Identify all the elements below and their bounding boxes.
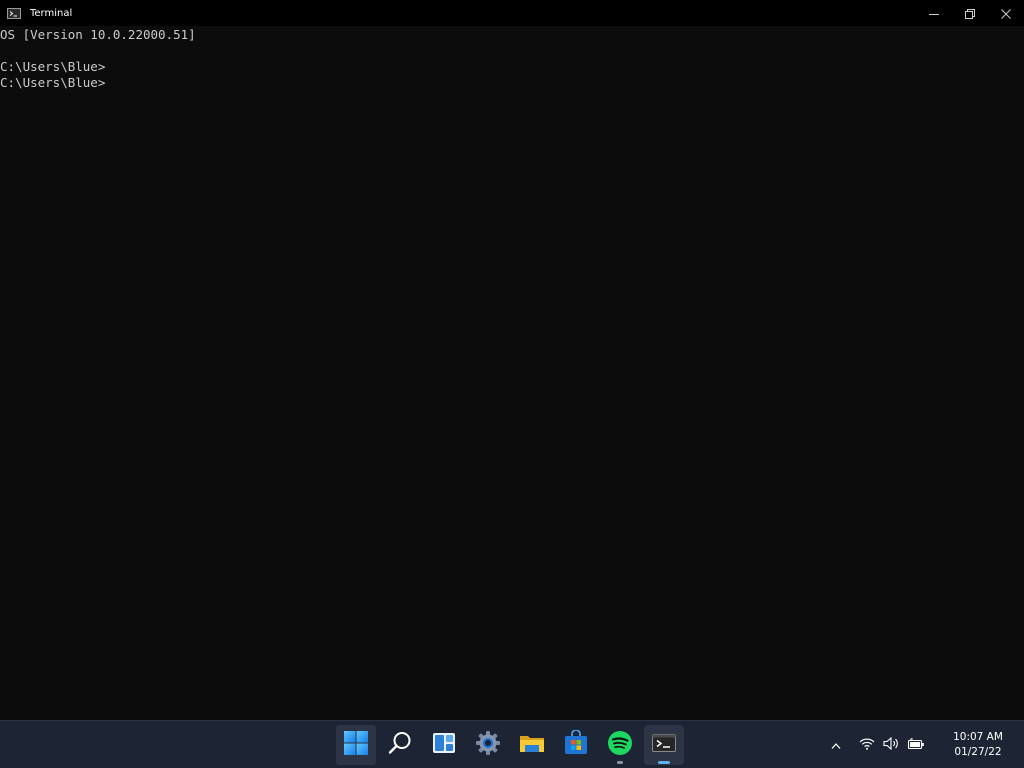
- folder-icon: [519, 730, 545, 760]
- chevron-up-icon: [831, 735, 841, 754]
- battery-icon: [907, 735, 925, 754]
- console-line: OS [Version 10.0.22000.51]: [0, 27, 196, 42]
- taskbar-settings-button[interactable]: [468, 725, 508, 765]
- clock[interactable]: 10:07 AM 01/27/22: [940, 730, 1016, 760]
- clock-time: 10:07 AM: [953, 730, 1003, 743]
- search-icon: [387, 730, 413, 760]
- terminal-icon: [7, 7, 21, 19]
- taskbar-start-button[interactable]: [336, 725, 376, 765]
- gear-icon: [475, 730, 501, 760]
- volume-icon: [882, 735, 900, 754]
- spotify-icon: [607, 730, 633, 760]
- taskbar-apps: [336, 725, 688, 765]
- close-icon: [1001, 4, 1011, 23]
- running-indicator: [658, 761, 670, 764]
- terminal-icon: [651, 730, 677, 760]
- restore-icon: [965, 4, 975, 23]
- widgets-icon: [431, 730, 457, 760]
- window-controls: [916, 0, 1024, 26]
- clock-date: 01/27/22: [954, 745, 1002, 758]
- title-bar[interactable]: Terminal: [0, 0, 1024, 26]
- taskbar-terminal-button[interactable]: [644, 725, 684, 765]
- wifi-icon: [859, 735, 875, 754]
- volume-button[interactable]: [882, 733, 900, 757]
- network-button[interactable]: [858, 733, 876, 757]
- close-button[interactable]: [988, 0, 1024, 26]
- minimize-button[interactable]: [916, 0, 952, 26]
- restore-button[interactable]: [952, 0, 988, 26]
- windows-start-icon: [343, 730, 369, 760]
- window-title: Terminal: [30, 7, 73, 19]
- console-prompt-line: C:\Users\Blue>: [0, 59, 106, 74]
- show-hidden-icons-button[interactable]: [826, 733, 846, 757]
- console-output[interactable]: OS [Version 10.0.22000.51] C:\Users\Blue…: [0, 26, 1024, 720]
- taskbar: 10:07 AM 01/27/22: [0, 720, 1024, 768]
- taskbar-store-button[interactable]: [556, 725, 596, 765]
- system-tray: 10:07 AM 01/27/22: [826, 721, 1024, 768]
- terminal-window: Terminal OS [Version 10.0.22000.51] C:\U…: [0, 0, 1024, 720]
- taskbar-search-button[interactable]: [380, 725, 420, 765]
- taskbar-widgets-button[interactable]: [424, 725, 464, 765]
- taskbar-file-explorer-button[interactable]: [512, 725, 552, 765]
- minimize-icon: [929, 4, 939, 23]
- battery-button[interactable]: [906, 733, 926, 757]
- taskbar-spotify-button[interactable]: [600, 725, 640, 765]
- console-prompt-line: C:\Users\Blue>: [0, 75, 106, 90]
- running-indicator: [617, 761, 623, 764]
- store-icon: [563, 729, 589, 760]
